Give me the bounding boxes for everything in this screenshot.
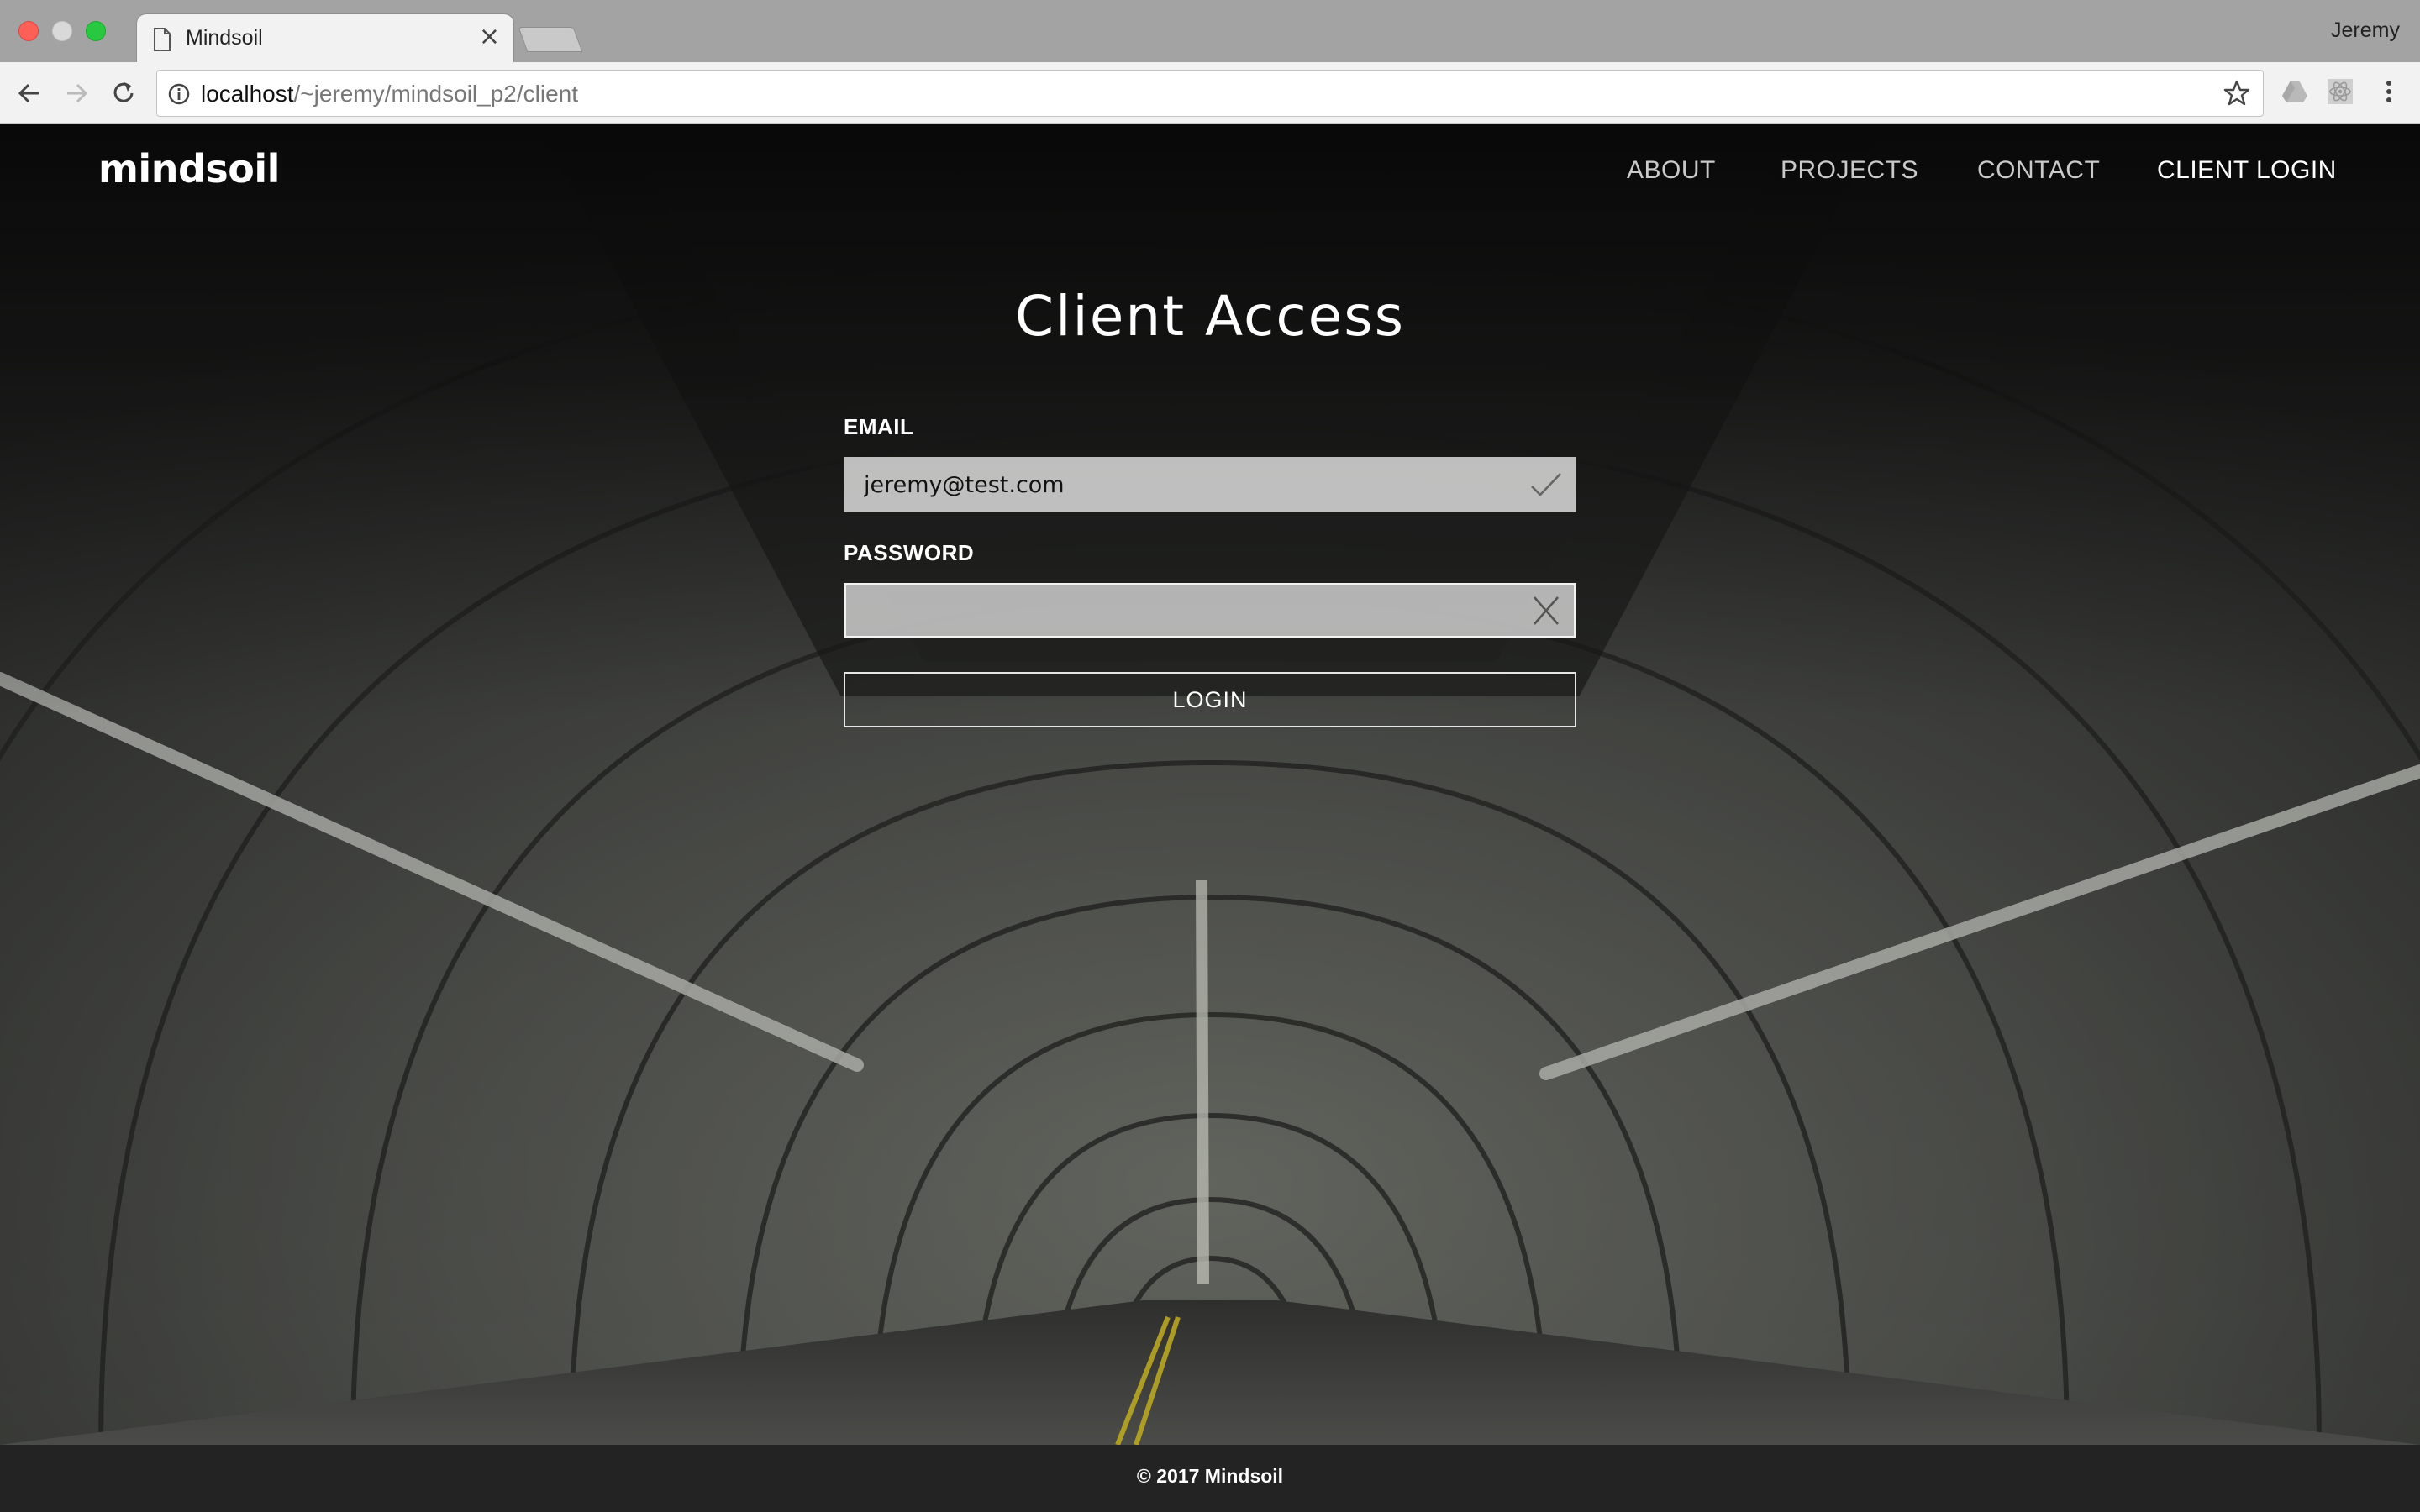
browser-toolbar: localhost/~jeremy/mindsoil_p2/client [0,62,2420,124]
browser-tab-strip: Mindsoil × Jeremy [0,0,2420,62]
login-button[interactable]: LOGIN [844,672,1576,727]
drive-extension-icon[interactable] [2281,77,2309,106]
checkmark-icon [1531,473,1561,496]
bookmark-star-icon[interactable] [2223,79,2251,108]
browser-menu-icon[interactable] [2375,77,2403,106]
info-icon[interactable] [167,82,191,106]
email-field-wrapper [844,457,1576,512]
new-tab-button[interactable] [518,27,583,52]
password-field[interactable] [846,585,1574,636]
window-close-button[interactable] [18,21,39,41]
email-label: EMAIL [844,414,914,439]
copyright-text: © 2017 Mindsoil [1136,1465,1284,1487]
tab-close-icon[interactable]: × [479,24,500,50]
url-host: localhost [201,81,294,107]
forward-arrow-icon[interactable] [60,77,92,109]
window-zoom-button[interactable] [86,21,106,41]
page-title: Client Access [1015,284,1405,349]
page-icon [154,28,171,51]
site-logo[interactable]: mindsoil [98,146,280,192]
page-viewport: mindsoil ABOUT PROJECTS CONTACT CLIENT L… [0,124,2420,1445]
site-footer: © 2017 Mindsoil [0,1445,2420,1512]
back-arrow-icon[interactable] [13,77,45,109]
nav-client-login-link[interactable]: CLIENT LOGIN [2157,156,2337,185]
browser-tab[interactable]: Mindsoil × [136,13,514,62]
profile-name[interactable]: Jeremy [2331,18,2400,43]
address-bar[interactable]: localhost/~jeremy/mindsoil_p2/client [156,70,2264,117]
nav-projects-link[interactable]: PROJECTS [1781,156,1918,185]
site-header: mindsoil ABOUT PROJECTS CONTACT CLIENT L… [0,124,2420,225]
password-label: PASSWORD [844,540,975,565]
password-field-wrapper [844,583,1576,638]
react-devtools-icon[interactable] [2326,77,2354,106]
nav-contact-link[interactable]: CONTACT [1977,156,2100,185]
window-minimize-button[interactable] [52,21,72,41]
nav-about-link[interactable]: ABOUT [1627,156,1716,185]
error-x-icon [1534,596,1559,625]
url-path: /~jeremy/mindsoil_p2/client [293,81,579,107]
email-field[interactable] [844,457,1576,512]
reload-icon[interactable] [108,77,139,109]
url-text[interactable]: localhost/~jeremy/mindsoil_p2/client [201,81,578,108]
tab-title: Mindsoil [186,26,263,50]
